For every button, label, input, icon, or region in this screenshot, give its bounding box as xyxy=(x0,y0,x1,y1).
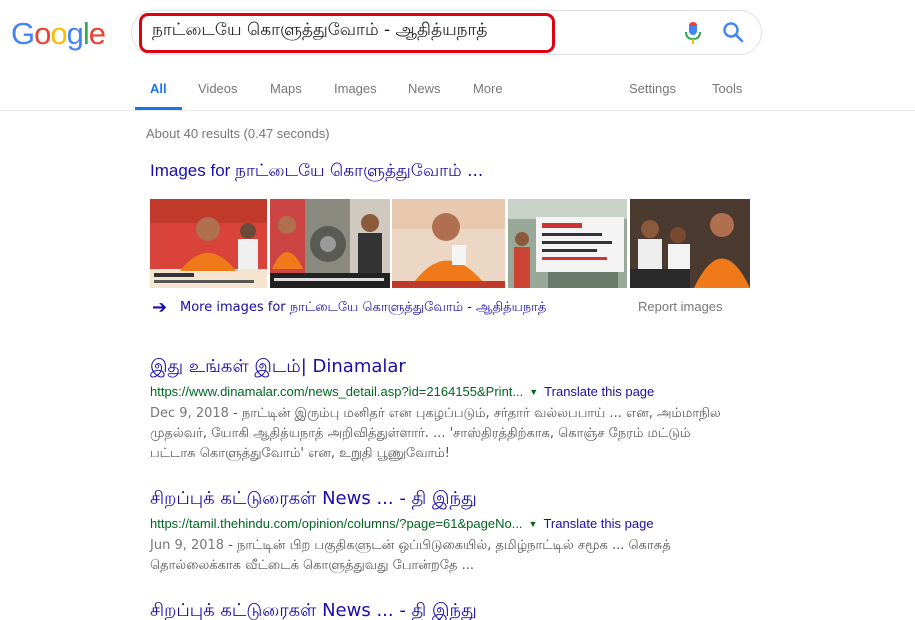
tab-maps[interactable]: Maps xyxy=(270,81,302,96)
search-icon[interactable] xyxy=(722,21,744,43)
search-input[interactable]: நாட்டையே கொளுத்துவோம் - ஆதித்யநாத் xyxy=(152,20,488,42)
logo-letter-g: G xyxy=(11,16,35,51)
result-stats: About 40 results (0.47 seconds) xyxy=(146,126,330,141)
logo-letter-e: e xyxy=(88,16,106,51)
result-date: Dec 9, 2018 xyxy=(150,406,229,421)
image-thumbnail[interactable] xyxy=(270,199,390,288)
tab-more[interactable]: More xyxy=(473,81,503,96)
result-date: Jun 9, 2018 xyxy=(150,538,225,553)
tab-videos[interactable]: Videos xyxy=(198,81,238,96)
result-snippet: Jun 9, 2018 - நாட்டின் பிற பகுதிகளுடன் ஒ… xyxy=(150,536,730,576)
images-heading[interactable]: Images for நாட்டையே கொளுத்துவோம் ... xyxy=(150,161,483,183)
result-url: https://www.dinamalar.com/news_detail.as… xyxy=(150,384,654,399)
active-tab-indicator xyxy=(135,107,182,110)
caret-down-icon[interactable]: ▼ xyxy=(529,519,538,529)
images-heading-query: நாட்டையே கொளுத்துவோம் ... xyxy=(235,161,484,181)
tools-link[interactable]: Tools xyxy=(712,81,742,96)
settings-link[interactable]: Settings xyxy=(629,81,676,96)
result-url-text: https://www.dinamalar.com/news_detail.as… xyxy=(150,384,524,399)
result-snippet-text: - நாட்டின் இரும்பு மனிதர் என புகழப்படும்… xyxy=(150,406,721,461)
image-thumbnail[interactable] xyxy=(392,199,505,288)
more-images-link[interactable]: ➔ More images for நாட்டையே கொளுத்துவோம் -… xyxy=(152,297,546,318)
tab-all[interactable]: All xyxy=(150,81,167,96)
translate-link[interactable]: Translate this page xyxy=(544,384,654,399)
logo-letter-o2: o xyxy=(50,16,67,51)
result-title-link[interactable]: இது உங்கள் இடம்| Dinamalar xyxy=(150,356,406,379)
search-tabs: All Videos Maps Images News More Setting… xyxy=(0,75,915,111)
microphone-icon[interactable] xyxy=(683,21,703,45)
result-url: https://tamil.thehindu.com/opinion/colum… xyxy=(150,516,654,531)
image-thumbnail[interactable] xyxy=(150,199,267,288)
images-heading-prefix: Images for xyxy=(150,161,236,180)
result-snippet-text: - நாட்டின் பிற பகுதிகளுடன் ஒப்பிடுகையில்… xyxy=(150,538,671,573)
result-url-text: https://tamil.thehindu.com/opinion/colum… xyxy=(150,516,523,531)
result-title-link[interactable]: சிறப்புக் கட்டுரைகள் News ... - தி இந்து xyxy=(150,488,477,511)
result-snippet: Dec 9, 2018 - நாட்டின் இரும்பு மனிதர் என… xyxy=(150,404,730,464)
result-title-link[interactable]: சிறப்புக் கட்டுரைகள் News ... - தி இந்து xyxy=(150,600,477,620)
logo-letter-o1: o xyxy=(34,16,51,51)
tab-news[interactable]: News xyxy=(408,81,441,96)
logo-letter-g2: g xyxy=(66,16,84,51)
image-thumbnail[interactable] xyxy=(630,199,750,288)
more-images-label: More images for நாட்டையே கொளுத்துவோம் - … xyxy=(180,300,547,315)
tab-images[interactable]: Images xyxy=(334,81,377,96)
report-images-link[interactable]: Report images xyxy=(638,299,723,314)
arrow-right-icon: ➔ xyxy=(152,297,168,317)
google-logo[interactable]: Google xyxy=(11,16,106,52)
image-thumbnail[interactable] xyxy=(508,199,627,288)
translate-link[interactable]: Translate this page xyxy=(543,516,653,531)
caret-down-icon[interactable]: ▼ xyxy=(529,387,538,397)
